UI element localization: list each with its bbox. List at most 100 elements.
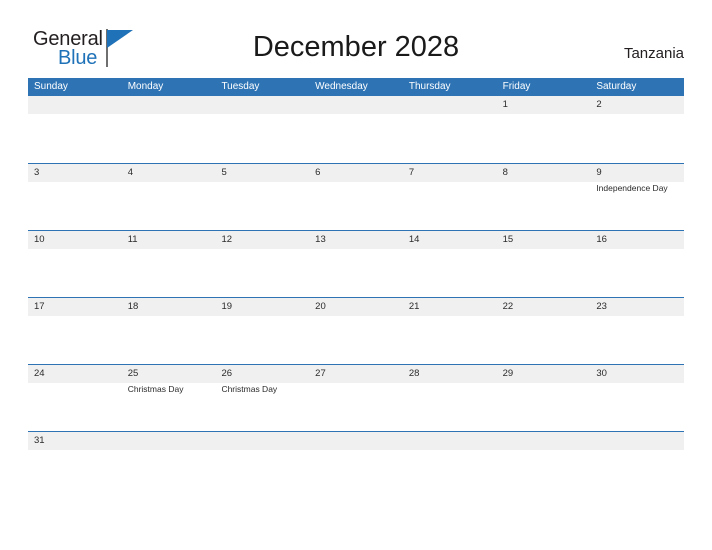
day-number: 28 [408, 368, 420, 379]
day-number: 27 [315, 368, 326, 379]
country-label: Tanzania [623, 45, 684, 62]
day-number: 21 [408, 301, 420, 312]
day-cell-3[interactable]: 3 [28, 164, 122, 230]
day-cell-24[interactable]: 24 [28, 365, 122, 431]
day-cell-1[interactable]: 1 [497, 96, 591, 163]
day-cell-empty [122, 432, 216, 457]
week-cells: 10 11 12 13 14 15 16 [28, 231, 684, 297]
weekday-header-sunday: Sunday [34, 81, 68, 92]
calendar-week-row: 24 25 Christmas Day 26 Christmas Day 27 28 29 30 [28, 364, 684, 431]
week-cells: 3 4 5 6 7 8 9 Independence Day [28, 164, 684, 230]
day-number: 23 [596, 301, 607, 312]
day-cell-7[interactable]: 7 [403, 164, 497, 230]
day-cell-4[interactable]: 4 [122, 164, 216, 230]
calendar-week-row: 3 4 5 6 7 8 9 Independence Day [28, 163, 684, 230]
day-number: 19 [221, 301, 233, 312]
day-number: 20 [315, 301, 326, 312]
week-cells: 17 18 19 20 21 22 23 [28, 298, 684, 364]
day-cell-22[interactable]: 22 [497, 298, 591, 364]
week-cells: 31 [28, 432, 684, 457]
week-cells: 12 [28, 96, 684, 163]
weekday-header-saturday: Saturday [596, 81, 637, 92]
calendar-week-row: 12 [28, 96, 684, 163]
day-events: Independence Day [596, 183, 684, 194]
day-cell-20[interactable]: 20 [309, 298, 403, 364]
day-number: 22 [502, 301, 514, 312]
calendar-week-row: 31 [28, 431, 684, 457]
day-cell-empty [590, 432, 684, 457]
day-cell-28[interactable]: 28 [403, 365, 497, 431]
day-cell-empty [497, 432, 591, 457]
calendar-weeks: 1 2 3 4 5 6 7 8 9 Independence Day 10 11 12 13 14 15 16 1… [28, 96, 684, 457]
day-cell-19[interactable]: 19 [215, 298, 309, 364]
day-number: 13 [315, 234, 326, 245]
day-cell-31[interactable]: 31 [28, 432, 122, 457]
day-cell-23[interactable]: 23 [590, 298, 684, 364]
day-number: 4 [127, 167, 134, 178]
day-number: 11 [127, 234, 138, 245]
day-events: Christmas Day [128, 384, 216, 395]
day-cell-empty [215, 96, 309, 163]
day-number: 12 [221, 234, 233, 245]
day-number: 7 [408, 167, 415, 178]
day-cell-14[interactable]: 14 [403, 231, 497, 297]
day-cell-empty [122, 96, 216, 163]
day-cell-9[interactable]: 9 Independence Day [590, 164, 684, 230]
day-cell-empty [403, 432, 497, 457]
day-cell-13[interactable]: 13 [309, 231, 403, 297]
day-cell-15[interactable]: 15 [497, 231, 591, 297]
day-cell-25[interactable]: 25 Christmas Day [122, 365, 216, 431]
day-number: 1 [502, 99, 508, 110]
calendar-week-row: 10 11 12 13 14 15 16 [28, 230, 684, 297]
day-number: 30 [596, 368, 607, 379]
day-number: 9 [596, 167, 602, 178]
day-cell-26[interactable]: 26 Christmas Day [215, 365, 309, 431]
day-number: 5 [221, 167, 227, 178]
day-number: 17 [34, 301, 45, 312]
day-cell-2[interactable]: 2 [590, 96, 684, 163]
day-cell-empty [403, 96, 497, 163]
day-number: 15 [502, 234, 514, 245]
day-number: 2 [596, 99, 602, 110]
day-cell-6[interactable]: 6 [309, 164, 403, 230]
weekday-header-friday: Friday [502, 81, 531, 92]
day-cell-30[interactable]: 30 [590, 365, 684, 431]
day-cell-16[interactable]: 16 [590, 231, 684, 297]
day-number: 25 [127, 368, 139, 379]
day-number: 8 [502, 167, 508, 178]
day-number: 14 [408, 234, 420, 245]
day-cell-10[interactable]: 10 [28, 231, 122, 297]
day-number: 18 [127, 301, 139, 312]
calendar-page: General Blue December 2028 Tanzania Sund… [0, 0, 712, 550]
day-cell-27[interactable]: 27 [309, 365, 403, 431]
holiday-label: Independence Day [596, 183, 668, 193]
calendar-week-row: 17 18 19 20 21 22 23 [28, 297, 684, 364]
day-cell-18[interactable]: 18 [122, 298, 216, 364]
day-number: 26 [221, 368, 233, 379]
month-calendar: Sunday Monday Tuesday Wednesday Thursday… [28, 78, 684, 457]
day-events: Christmas Day [221, 384, 309, 395]
day-cell-17[interactable]: 17 [28, 298, 122, 364]
day-cell-empty [309, 96, 403, 163]
weekday-header-row: Sunday Monday Tuesday Wednesday Thursday… [28, 78, 684, 96]
weekday-header-monday: Monday [127, 81, 164, 92]
week-cells: 24 25 Christmas Day 26 Christmas Day 27 28 29 30 [28, 365, 684, 431]
day-cell-empty [28, 96, 122, 163]
weekday-header-wednesday: Wednesday [315, 81, 368, 92]
day-cell-empty [309, 432, 403, 457]
day-cell-5[interactable]: 5 [215, 164, 309, 230]
page-title: December 2028 [252, 31, 460, 63]
day-cell-21[interactable]: 21 [403, 298, 497, 364]
weekday-header-tuesday: Tuesday [221, 81, 260, 92]
day-number: 3 [34, 167, 40, 178]
day-cell-11[interactable]: 11 [122, 231, 216, 297]
day-number: 6 [315, 167, 321, 178]
holiday-label: Christmas Day [221, 384, 278, 394]
day-cell-empty [215, 432, 309, 457]
day-cell-12[interactable]: 12 [215, 231, 309, 297]
day-cell-8[interactable]: 8 [497, 164, 591, 230]
day-number: 16 [596, 234, 607, 245]
day-number: 10 [34, 234, 45, 245]
day-number: 29 [502, 368, 514, 379]
day-cell-29[interactable]: 29 [497, 365, 591, 431]
